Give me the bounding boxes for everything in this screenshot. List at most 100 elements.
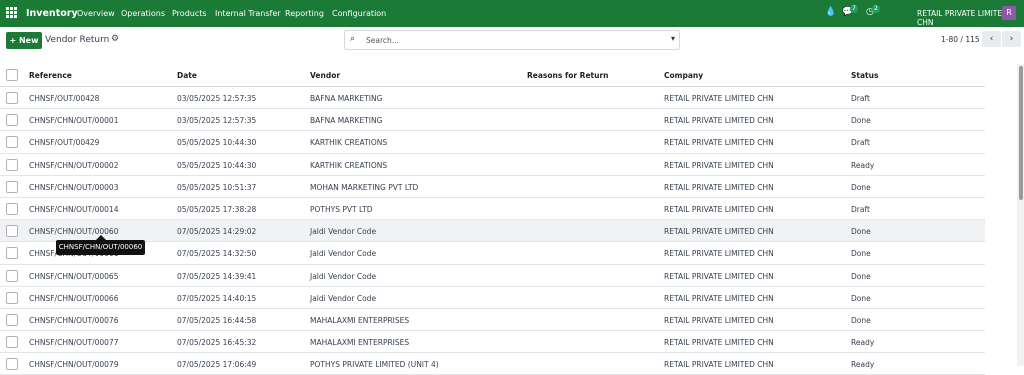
cell-date: 05/05/2025 17:38:28 xyxy=(177,204,257,214)
column-header-reference[interactable]: Reference xyxy=(29,71,72,80)
cell-vendor: POTHYS PRIVATE LIMITED (UNIT 4) xyxy=(310,360,439,370)
cell-vendor: Jaldi Vendor Code xyxy=(310,227,377,237)
cell-company: RETAIL PRIVATE LIMITED CHN xyxy=(664,116,774,126)
row-checkbox[interactable] xyxy=(6,202,18,215)
cell-status: Done xyxy=(851,182,871,192)
page-title: Vendor Return xyxy=(45,35,110,45)
pager-previous-button[interactable]: ‹ xyxy=(982,31,1001,47)
cell-company: RETAIL PRIVATE LIMITED CHN xyxy=(664,227,774,237)
cell-company: RETAIL PRIVATE LIMITED CHN xyxy=(664,360,774,370)
column-header-status[interactable]: Status xyxy=(851,71,878,80)
row-checkbox[interactable] xyxy=(6,358,18,371)
row-checkbox[interactable] xyxy=(6,136,18,149)
search-bar[interactable]: ⌕ Search... ▾ xyxy=(344,30,680,50)
cell-vendor: MOHAN MARKETING PVT LTD xyxy=(310,182,419,192)
table-row[interactable]: CHNSF/CHN/OUT/00065 07/05/2025 14:39:41 Ja… xyxy=(0,265,985,287)
new-button[interactable]: + New xyxy=(6,32,42,49)
cell-reference: CHNSF/OUT/00428 xyxy=(29,94,100,103)
cell-company: RETAIL PRIVATE LIMITED CHN xyxy=(664,160,774,170)
scrollbar-thumb[interactable] xyxy=(1019,66,1023,200)
cell-reference: CHNSF/CHN/OUT/00077 xyxy=(29,338,119,348)
table-row[interactable]: CHNSF/CHN/OUT/00066 07/05/2025 14:40:15 Ja… xyxy=(0,287,985,309)
pager-value[interactable]: 1-80 / 115 xyxy=(941,35,980,44)
select-all-checkbox[interactable] xyxy=(6,69,18,81)
table-row[interactable]: CHNSF/CHN/OUT/00060 07/05/2025 14:29:02 Ja… xyxy=(0,220,985,243)
cell-date: 07/05/2025 14:40:15 xyxy=(177,293,257,303)
search-icon: ⌕ xyxy=(350,34,356,44)
cell-vendor: MAHALAXMI ENTERPRISES xyxy=(310,338,410,348)
cell-date: 05/05/2025 10:44:30 xyxy=(177,160,257,170)
cell-status: Done xyxy=(851,271,871,281)
row-checkbox[interactable] xyxy=(6,114,18,127)
cell-reference: CHNSF/CHN/OUT/00014 xyxy=(29,204,119,214)
table-row[interactable]: CHNSF/OUT/00428 03/05/2025 12:57:35 BAFNA … xyxy=(0,87,985,110)
cell-company: RETAIL PRIVATE LIMITED CHN xyxy=(664,315,774,325)
search-input[interactable]: Search... xyxy=(366,36,399,45)
cell-company: RETAIL PRIVATE LIMITED CHN xyxy=(664,138,774,148)
row-checkbox[interactable] xyxy=(6,269,18,282)
cell-company: RETAIL PRIVATE LIMITED CHN xyxy=(664,293,774,303)
row-checkbox[interactable] xyxy=(6,180,18,193)
cell-status: Ready xyxy=(851,160,875,170)
table-row[interactable]: CHNSF/CHN/OUT/00079 07/05/2025 17:06:49 PO… xyxy=(0,353,985,375)
chevron-down-icon[interactable]: ▾ xyxy=(671,34,675,43)
cell-status: Done xyxy=(851,249,871,259)
row-checkbox[interactable] xyxy=(6,92,18,104)
cell-status: Ready xyxy=(851,338,875,348)
drop-icon[interactable]: 💧 xyxy=(825,7,836,17)
app-name[interactable]: Inventory xyxy=(26,8,78,19)
menu-internal-transfer[interactable]: Internal Transfer xyxy=(215,9,281,18)
pager-next-button[interactable]: › xyxy=(1002,31,1021,47)
cell-company: RETAIL PRIVATE LIMITED CHN xyxy=(664,182,774,192)
table-row[interactable]: CHNSF/CHN/OUT/0006107/05/2025 14:32:50Ja… xyxy=(0,242,985,265)
column-header-vendor[interactable]: Vendor xyxy=(310,71,340,80)
cell-reference: CHNSF/CHN/OUT/00065 xyxy=(29,271,119,281)
cell-date: 07/05/2025 17:06:49 xyxy=(177,360,257,370)
column-header-date[interactable]: Date xyxy=(177,71,197,80)
apps-grid-icon[interactable] xyxy=(6,7,17,18)
table-row[interactable]: CHNSF/CHN/OUT/00003 05/05/2025 10:51:37 MO… xyxy=(0,176,985,198)
cell-vendor: Jaldi Vendor Code xyxy=(310,293,377,303)
cell-vendor: Jaldi Vendor Code xyxy=(310,249,377,259)
cell-status: Done xyxy=(851,227,871,237)
cell-date: 07/05/2025 14:29:02 xyxy=(177,227,257,237)
cell-date: 03/05/2025 12:57:35 xyxy=(177,94,257,103)
user-avatar[interactable]: R xyxy=(1002,6,1016,20)
menu-reporting[interactable]: Reporting xyxy=(285,9,324,18)
menu-overview[interactable]: Overview xyxy=(77,9,115,18)
cell-status: Done xyxy=(851,293,871,303)
cell-reference: CHNSF/CHN/OUT/00002 xyxy=(29,160,119,170)
row-checkbox[interactable] xyxy=(6,313,18,326)
cell-reference: CHNSF/CHN/OUT/00003 xyxy=(29,182,119,192)
cell-reference: CHNSF/CHN/OUT/00001 xyxy=(29,116,119,126)
cell-status: Ready xyxy=(851,360,875,370)
table-row[interactable]: CHNSF/OUT/00429 05/05/2025 10:44:30 KARTHI… xyxy=(0,131,985,154)
column-header-company[interactable]: Company xyxy=(664,71,703,80)
table-row[interactable]: CHNSF/CHN/OUT/00001 03/05/2025 12:57:35 BA… xyxy=(0,109,985,132)
table-row[interactable]: CHNSF/CHN/OUT/00076 07/05/2025 16:44:58 MA… xyxy=(0,309,985,332)
cell-date: 07/05/2025 14:32:50 xyxy=(177,249,257,259)
cell-reference: CHNSF/CHN/OUT/00076 xyxy=(29,315,119,325)
cell-reference: CHNSF/CHN/OUT/00066 xyxy=(29,293,119,303)
row-checkbox[interactable] xyxy=(6,225,18,238)
cell-company: RETAIL PRIVATE LIMITED CHN xyxy=(664,338,774,348)
table-row[interactable]: CHNSF/CHN/OUT/00014 05/05/2025 17:38:28 PO… xyxy=(0,198,985,221)
column-header-reasons[interactable]: Reasons for Return xyxy=(527,71,609,80)
cell-vendor: POTHYS PVT LTD xyxy=(310,204,373,214)
row-checkbox[interactable] xyxy=(6,247,18,260)
cell-company: RETAIL PRIVATE LIMITED CHN xyxy=(664,249,774,259)
gear-icon[interactable]: ⚙ xyxy=(111,34,119,44)
row-checkbox[interactable] xyxy=(6,158,18,171)
cell-reference: CHNSF/CHN/OUT/00079 xyxy=(29,360,119,370)
row-checkbox[interactable] xyxy=(6,336,18,349)
table-row[interactable]: CHNSF/CHN/OUT/00077 07/05/2025 16:45:32 MA… xyxy=(0,331,985,354)
cell-reference: CHNSF/OUT/00429 xyxy=(29,138,100,148)
cell-vendor: Jaldi Vendor Code xyxy=(310,271,377,281)
table-row[interactable]: CHNSF/CHN/OUT/00002 05/05/2025 10:44:30 KA… xyxy=(0,154,985,176)
menu-configuration[interactable]: Configuration xyxy=(332,9,386,18)
cell-vendor: BAFNA MARKETING xyxy=(310,94,383,103)
menu-operations[interactable]: Operations xyxy=(121,9,165,18)
row-checkbox[interactable] xyxy=(6,291,18,304)
cell-date: 07/05/2025 14:39:41 xyxy=(177,271,257,281)
menu-products[interactable]: Products xyxy=(172,9,207,18)
